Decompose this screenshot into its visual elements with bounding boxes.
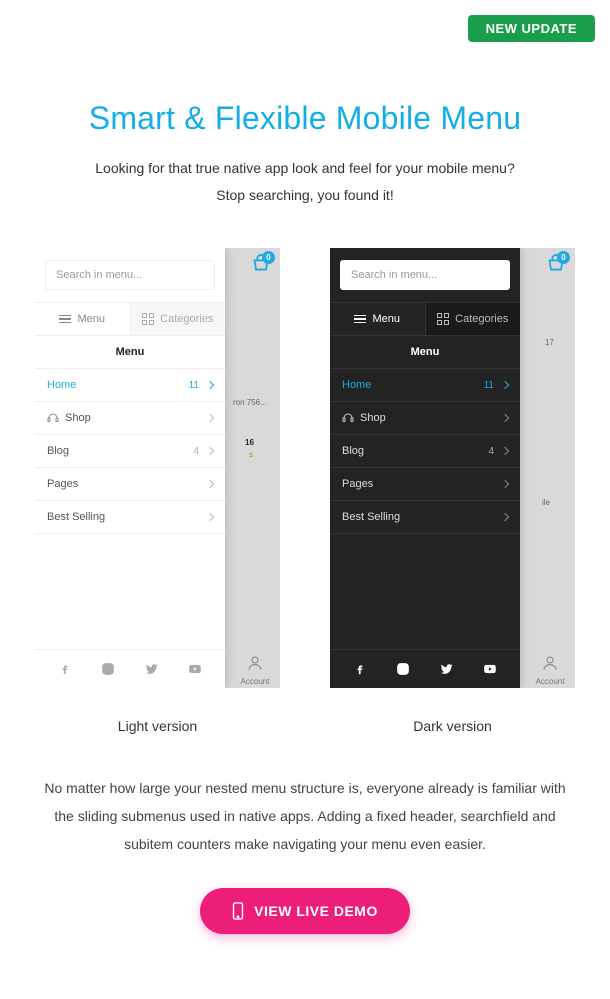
chevron-right-icon bbox=[501, 513, 509, 521]
facebook-icon[interactable] bbox=[58, 662, 72, 676]
chevron-right-icon bbox=[501, 447, 509, 455]
menu-item-best-selling[interactable]: Best Selling bbox=[35, 501, 225, 534]
twitter-icon[interactable] bbox=[145, 662, 159, 676]
light-preview: 0 ron 756... 16 s Account Search in menu… bbox=[35, 248, 280, 688]
light-caption: Light version bbox=[118, 718, 197, 734]
account-icon: Account bbox=[530, 654, 570, 686]
menu-item-pages[interactable]: Pages bbox=[35, 468, 225, 501]
new-update-badge: NEW UPDATE bbox=[468, 15, 595, 42]
facebook-icon[interactable] bbox=[353, 662, 367, 676]
cart-icon: 0 bbox=[250, 254, 272, 281]
headset-icon bbox=[342, 412, 354, 424]
headset-icon bbox=[47, 412, 59, 424]
chevron-right-icon bbox=[501, 381, 509, 389]
chevron-right-icon bbox=[206, 513, 214, 521]
menu-item-shop[interactable]: Shop bbox=[330, 402, 520, 435]
menu-item-home[interactable]: Home 11 bbox=[330, 369, 520, 402]
menu-item-best-selling[interactable]: Best Selling bbox=[330, 501, 520, 534]
grid-icon bbox=[142, 313, 154, 325]
menu-item-shop[interactable]: Shop bbox=[35, 402, 225, 435]
chevron-right-icon bbox=[206, 480, 214, 488]
menu-section-title: Menu bbox=[35, 336, 225, 369]
chevron-right-icon bbox=[501, 414, 509, 422]
account-icon: Account bbox=[235, 654, 275, 686]
dark-preview: 0 17 ile Account Search in menu... Menu bbox=[330, 248, 575, 688]
twitter-icon[interactable] bbox=[440, 662, 454, 676]
youtube-icon[interactable] bbox=[483, 662, 497, 676]
search-input[interactable]: Search in menu... bbox=[340, 260, 510, 290]
mobile-icon bbox=[232, 902, 244, 920]
menu-item-blog[interactable]: Blog 4 bbox=[330, 435, 520, 468]
menu-list: Home 11 Shop Blog 4 Pages bbox=[330, 369, 520, 534]
dark-caption: Dark version bbox=[413, 718, 492, 734]
menu-item-pages[interactable]: Pages bbox=[330, 468, 520, 501]
tab-categories[interactable]: Categories bbox=[425, 303, 521, 335]
youtube-icon[interactable] bbox=[188, 662, 202, 676]
menu-list: Home 11 Shop Blog 4 Pages bbox=[35, 369, 225, 534]
hamburger-icon bbox=[59, 315, 71, 324]
instagram-icon[interactable] bbox=[101, 662, 115, 676]
chevron-right-icon bbox=[206, 414, 214, 422]
search-input[interactable]: Search in menu... bbox=[45, 260, 215, 290]
cart-icon: 0 bbox=[545, 254, 567, 281]
hamburger-icon bbox=[354, 315, 366, 324]
tab-menu[interactable]: Menu bbox=[35, 303, 130, 335]
menu-section-title: Menu bbox=[330, 336, 520, 369]
menu-item-blog[interactable]: Blog 4 bbox=[35, 435, 225, 468]
page-subtitle: Looking for that true native app look an… bbox=[30, 155, 580, 208]
chevron-right-icon bbox=[206, 381, 214, 389]
chevron-right-icon bbox=[206, 447, 214, 455]
tab-menu[interactable]: Menu bbox=[330, 303, 425, 335]
chevron-right-icon bbox=[501, 480, 509, 488]
view-live-demo-button[interactable]: VIEW LIVE DEMO bbox=[200, 888, 410, 934]
menu-item-home[interactable]: Home 11 bbox=[35, 369, 225, 402]
instagram-icon[interactable] bbox=[396, 662, 410, 676]
page-title: Smart & Flexible Mobile Menu bbox=[30, 100, 580, 137]
grid-icon bbox=[437, 313, 449, 325]
tab-categories[interactable]: Categories bbox=[130, 303, 226, 335]
description-text: No matter how large your nested menu str… bbox=[30, 774, 580, 858]
